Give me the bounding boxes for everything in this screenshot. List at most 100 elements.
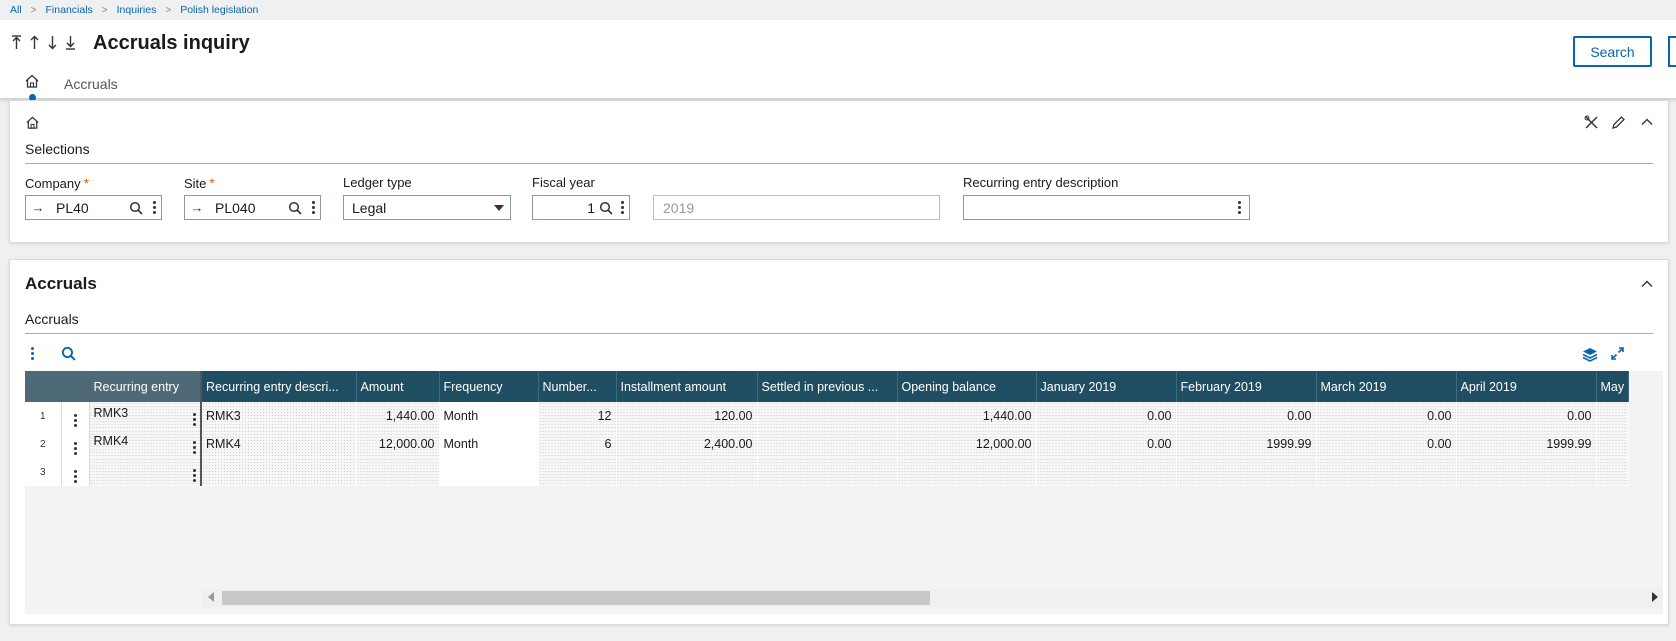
fiscal-year-field[interactable]: 1 — [532, 195, 630, 220]
collapse-icon[interactable] — [1640, 277, 1654, 296]
cell-march-2019[interactable]: 0.00 — [1316, 430, 1457, 458]
cell-opening-balance[interactable] — [897, 458, 1037, 486]
row-action-icon[interactable] — [61, 402, 90, 430]
cell-opening-balance[interactable]: 12,000.00 — [897, 430, 1037, 458]
arrow-right-icon[interactable]: → — [185, 200, 209, 215]
more-options-icon[interactable] — [1229, 201, 1249, 214]
tools-icon[interactable] — [1584, 115, 1599, 135]
more-options-icon[interactable] — [147, 201, 161, 214]
col-april-2019[interactable]: April 2019 — [1456, 371, 1597, 402]
cell-settled-previous[interactable] — [757, 430, 898, 458]
collapse-icon[interactable] — [1640, 115, 1654, 134]
cell-february-2019[interactable]: 0.00 — [1176, 402, 1317, 430]
cell-settled-previous[interactable] — [757, 402, 898, 430]
cell-amount[interactable]: 12,000.00 — [356, 430, 440, 458]
col-amount[interactable]: Amount — [356, 371, 440, 402]
recurring-entry-value[interactable]: RMK4 — [94, 434, 129, 448]
col-settled-previous[interactable]: Settled in previous ... — [757, 371, 898, 402]
col-installment-amount[interactable]: Installment amount — [616, 371, 758, 402]
cell-installment-amount[interactable]: 120.00 — [616, 402, 758, 430]
site-value[interactable]: PL040 — [209, 200, 284, 216]
company-field[interactable]: → PL40 — [25, 195, 162, 220]
horizontal-scrollbar[interactable] — [202, 589, 1663, 607]
col-march-2019[interactable]: March 2019 — [1316, 371, 1457, 402]
col-february-2019[interactable]: February 2019 — [1176, 371, 1317, 402]
breadcrumb-all[interactable]: All — [10, 4, 22, 16]
cell-frequency[interactable] — [439, 458, 539, 486]
cell-frequency[interactable]: Month — [439, 430, 539, 458]
cell-recurring-desc[interactable] — [201, 458, 357, 486]
ledger-type-select[interactable]: Legal — [343, 195, 511, 220]
cell-installment-amount[interactable]: 2,400.00 — [616, 430, 758, 458]
search-icon[interactable] — [597, 201, 615, 215]
recurring-entry-value[interactable]: RMK3 — [94, 406, 129, 420]
row-action-icon[interactable] — [61, 458, 90, 486]
cell-frequency[interactable]: Month — [439, 402, 539, 430]
cell-february-2019[interactable] — [1176, 458, 1317, 486]
scroll-left-icon[interactable] — [208, 592, 214, 602]
table-row[interactable]: 2 RMK4 RMK4 12,000.00 Month 6 2,400.00 1… — [25, 430, 1630, 458]
last-record-icon[interactable] — [64, 33, 77, 51]
cell-number[interactable]: 12 — [538, 402, 617, 430]
cell-recurring-entry[interactable] — [89, 458, 202, 486]
scroll-right-icon[interactable] — [1652, 592, 1658, 602]
tab-accruals[interactable]: Accruals — [64, 76, 118, 92]
breadcrumb-financials[interactable]: Financials — [46, 4, 93, 16]
more-options-icon[interactable] — [306, 201, 320, 214]
col-may-2019[interactable]: May — [1596, 371, 1630, 402]
cell-april-2019[interactable]: 1999.99 — [1456, 430, 1597, 458]
company-value[interactable]: PL40 — [50, 200, 125, 216]
cell-march-2019[interactable] — [1316, 458, 1457, 486]
cell-number[interactable]: 6 — [538, 430, 617, 458]
cell-recurring-entry[interactable]: RMK3 — [89, 402, 202, 430]
arrow-right-icon[interactable]: → — [26, 200, 50, 215]
cell-number[interactable] — [538, 458, 617, 486]
secondary-button[interactable] — [1668, 36, 1676, 67]
expand-icon[interactable] — [1610, 346, 1625, 366]
col-number[interactable]: Number... — [538, 371, 617, 402]
previous-record-icon[interactable] — [28, 33, 41, 51]
cell-march-2019[interactable]: 0.00 — [1316, 402, 1457, 430]
breadcrumb-inquiries[interactable]: Inquiries — [117, 4, 157, 16]
site-field[interactable]: → PL040 — [184, 195, 321, 220]
cell-january-2019[interactable]: 0.00 — [1036, 402, 1177, 430]
more-options-icon[interactable] — [193, 469, 196, 482]
cell-amount[interactable]: 1,440.00 — [356, 402, 440, 430]
cell-april-2019[interactable]: 0.00 — [1456, 402, 1597, 430]
caret-down-icon[interactable] — [488, 204, 510, 211]
breadcrumb-polish-legislation[interactable]: Polish legislation — [180, 4, 258, 16]
next-record-icon[interactable] — [46, 33, 59, 51]
cell-april-2019[interactable] — [1456, 458, 1597, 486]
col-recurring-desc[interactable]: Recurring entry descri... — [201, 371, 357, 402]
grid-menu-icon[interactable] — [31, 347, 34, 360]
recurring-desc-field[interactable] — [963, 195, 1250, 220]
cell-recurring-entry[interactable]: RMK4 — [89, 430, 202, 458]
scrollbar-thumb[interactable] — [222, 591, 930, 605]
row-action-icon[interactable] — [61, 430, 90, 458]
cell-may-2019[interactable] — [1596, 458, 1630, 486]
cell-recurring-desc[interactable]: RMK4 — [201, 430, 357, 458]
col-january-2019[interactable]: January 2019 — [1036, 371, 1177, 402]
cell-january-2019[interactable] — [1036, 458, 1177, 486]
cell-installment-amount[interactable] — [616, 458, 758, 486]
cell-february-2019[interactable]: 1999.99 — [1176, 430, 1317, 458]
search-icon[interactable] — [125, 201, 147, 215]
more-options-icon[interactable] — [615, 201, 629, 214]
more-options-icon[interactable] — [193, 441, 196, 454]
cell-may-2019[interactable] — [1596, 430, 1630, 458]
layers-icon[interactable] — [1582, 346, 1598, 367]
search-button[interactable]: Search — [1573, 36, 1652, 67]
edit-icon[interactable] — [1611, 115, 1626, 135]
ledger-type-value[interactable]: Legal — [344, 200, 488, 216]
cell-january-2019[interactable]: 0.00 — [1036, 430, 1177, 458]
cell-may-2019[interactable] — [1596, 402, 1630, 430]
col-opening-balance[interactable]: Opening balance — [897, 371, 1037, 402]
search-icon[interactable] — [284, 201, 306, 215]
first-record-icon[interactable] — [10, 33, 23, 51]
home-icon[interactable] — [24, 73, 40, 89]
search-icon[interactable] — [61, 346, 76, 366]
home-icon[interactable] — [25, 115, 40, 135]
cell-amount[interactable] — [356, 458, 440, 486]
table-row[interactable]: 3 — [25, 458, 1630, 486]
cell-settled-previous[interactable] — [757, 458, 898, 486]
